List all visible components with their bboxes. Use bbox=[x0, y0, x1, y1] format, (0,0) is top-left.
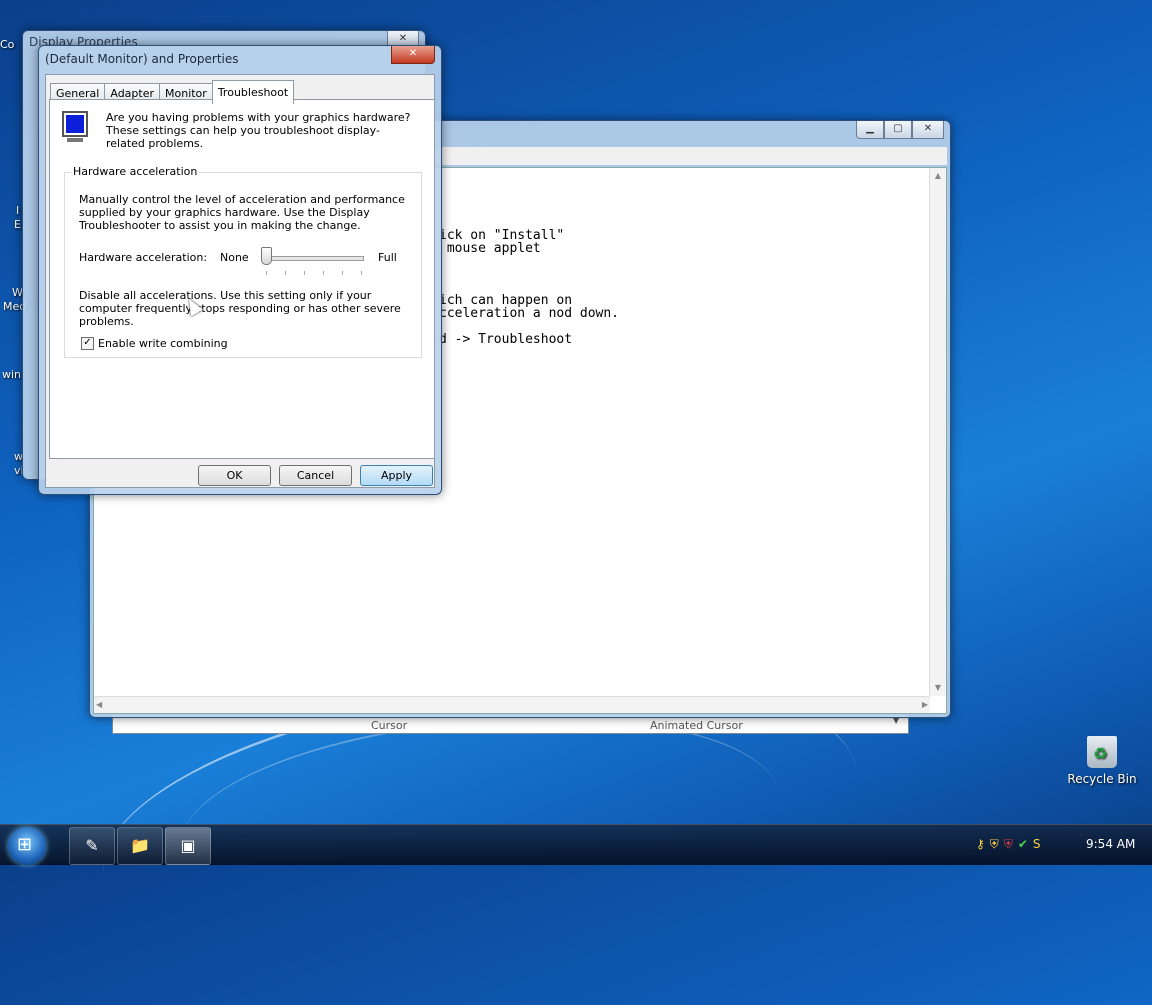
close-button[interactable]: ✕ bbox=[391, 46, 435, 64]
recycle-bin-glyph-icon: ♻ bbox=[1087, 736, 1117, 768]
start-button[interactable]: ⊞ bbox=[8, 827, 46, 865]
tray-key-icon[interactable]: ⚷ bbox=[976, 837, 985, 852]
write-combining-checkbox[interactable]: ✓ Enable write combining bbox=[81, 337, 228, 350]
checkbox-box[interactable]: ✓ bbox=[81, 337, 94, 350]
monitor-icon bbox=[62, 111, 88, 137]
cursor-list-item[interactable]: Animated Cursor bbox=[650, 719, 743, 732]
monitor-properties-dialog: (Default Monitor) and Properties ✕ Gener… bbox=[38, 45, 442, 495]
windows-logo-icon: ⊞ bbox=[17, 834, 33, 855]
slider-tick bbox=[304, 271, 305, 275]
scroll-down-icon[interactable]: ▼ bbox=[930, 680, 946, 696]
document-text: ick on "Install" mouse applet ich can ha… bbox=[439, 228, 620, 347]
caption-buttons: ▁ ▢ ✕ bbox=[856, 121, 944, 139]
desktop-icon-label-partial: I bbox=[16, 204, 20, 217]
horizontal-scrollbar[interactable]: ◀ ▶ bbox=[94, 696, 930, 713]
slider-tick bbox=[285, 271, 286, 275]
system-tray: ⚷ ⛨ ⛨ ✔ S bbox=[976, 837, 1041, 852]
desktop-icon-label-partial: win bbox=[2, 368, 22, 381]
monitor-stand-icon bbox=[67, 138, 83, 142]
maximize-button[interactable]: ▢ bbox=[884, 121, 912, 139]
slider-tick bbox=[266, 271, 267, 275]
acceleration-slider-track[interactable] bbox=[264, 256, 364, 261]
hardware-acceleration-label: Hardware acceleration: bbox=[79, 251, 208, 264]
ok-button[interactable]: OK bbox=[198, 465, 271, 486]
intro-text: Are you having problems with your graphi… bbox=[106, 111, 411, 150]
taskbar: ⊞ ✎ 📁 ▣ ⚷ ⛨ ⛨ ✔ S 9:54 AM bbox=[0, 824, 1152, 865]
dialog-body: General Adapter Monitor Troubleshoot Are… bbox=[45, 74, 435, 488]
tray-check-icon[interactable]: ✔ bbox=[1018, 837, 1028, 852]
desktop-icon-label-partial: E bbox=[14, 218, 21, 231]
acceleration-slider-thumb[interactable] bbox=[261, 247, 272, 265]
tray-s-icon[interactable]: S bbox=[1033, 837, 1041, 852]
acceleration-warning-text: Disable all accelerations. Use this sett… bbox=[79, 289, 401, 328]
close-button[interactable]: ✕ bbox=[912, 121, 944, 139]
taskbar-active-button[interactable]: ▣ bbox=[165, 827, 211, 865]
scroll-up-icon[interactable]: ▲ bbox=[930, 168, 946, 184]
group-title: Hardware acceleration bbox=[71, 165, 200, 178]
hardware-acceleration-group: Hardware acceleration Manually control t… bbox=[64, 165, 422, 358]
vertical-scrollbar[interactable]: ▲ ▼ bbox=[929, 168, 946, 696]
clock[interactable]: 9:54 AM bbox=[1086, 837, 1135, 851]
cursor-list-item[interactable]: Cursor bbox=[371, 719, 407, 732]
slider-min-label: None bbox=[220, 251, 249, 264]
taskbar-app-button[interactable]: ✎ bbox=[69, 827, 115, 865]
slider-tick bbox=[323, 271, 324, 275]
scroll-right-icon[interactable]: ▶ bbox=[922, 697, 928, 713]
cancel-button[interactable]: Cancel bbox=[279, 465, 352, 486]
recycle-bin-label: Recycle Bin bbox=[1067, 772, 1137, 786]
tray-shield-icon[interactable]: ⛨ bbox=[990, 837, 999, 852]
slider-tick bbox=[361, 271, 362, 275]
apply-button[interactable]: Apply bbox=[360, 465, 433, 486]
desktop-icon-label-partial: Co bbox=[0, 38, 15, 51]
taskbar-explorer-button[interactable]: 📁 bbox=[117, 827, 163, 865]
dialog-title: (Default Monitor) and Properties bbox=[45, 52, 239, 66]
troubleshoot-pane: Are you having problems with your graphi… bbox=[49, 99, 435, 459]
tab-troubleshoot[interactable]: Troubleshoot bbox=[211, 80, 295, 104]
slider-tick bbox=[342, 271, 343, 275]
minimize-button[interactable]: ▁ bbox=[856, 121, 884, 139]
tray-security-icon[interactable]: ⛨ bbox=[1004, 837, 1013, 852]
slider-max-label: Full bbox=[378, 251, 397, 264]
acceleration-description: Manually control the level of accelerati… bbox=[79, 193, 405, 232]
checkbox-label: Enable write combining bbox=[98, 337, 228, 350]
scroll-left-icon[interactable]: ◀ bbox=[96, 697, 102, 713]
caption-buttons: ✕ bbox=[391, 46, 435, 64]
recycle-bin-icon[interactable]: ♻ Recycle Bin bbox=[1064, 736, 1140, 786]
